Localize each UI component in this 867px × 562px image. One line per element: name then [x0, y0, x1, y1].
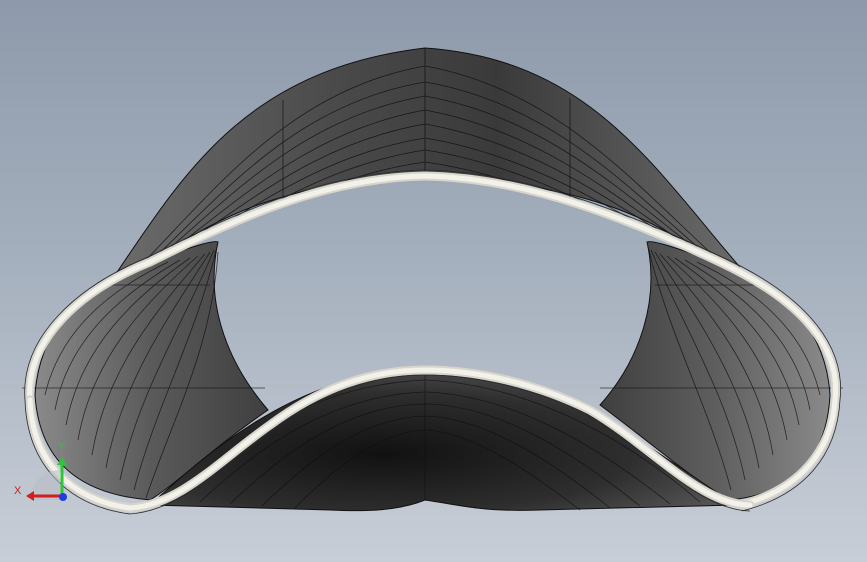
reference-triad: X Y	[12, 438, 76, 508]
z-axis-dot	[59, 493, 67, 501]
y-axis-arrowhead	[57, 457, 67, 465]
x-axis-arrowhead	[26, 491, 34, 501]
graphics-viewport[interactable]: X Y	[0, 0, 867, 562]
y-axis-label: Y	[58, 441, 66, 453]
3d-model[interactable]	[0, 0, 867, 562]
x-axis-label: X	[14, 485, 22, 497]
